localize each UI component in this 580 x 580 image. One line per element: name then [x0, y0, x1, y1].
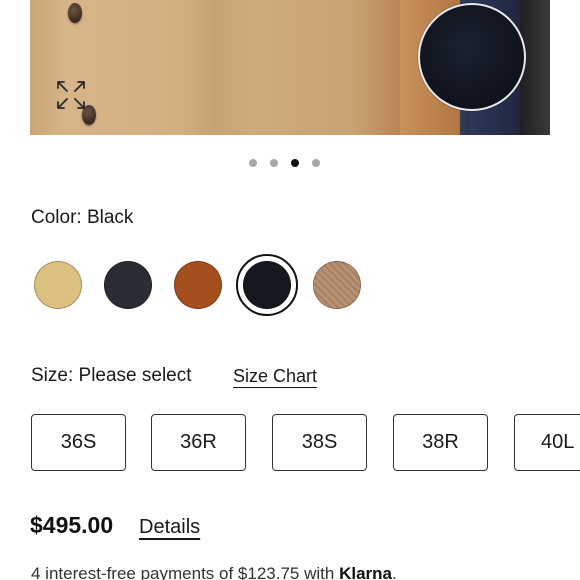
klarna-logo[interactable]: Klarna	[339, 564, 392, 580]
expand-icon[interactable]	[55, 79, 87, 111]
coat-fold	[180, 0, 250, 135]
size-option-36r[interactable]: 36R	[151, 414, 246, 471]
color-swatches	[34, 254, 374, 316]
price: $495.00	[30, 512, 114, 538]
swatch-camel[interactable]	[34, 261, 82, 309]
swatch-tan-herringbone[interactable]	[313, 261, 361, 309]
swatch-black[interactable]	[236, 254, 298, 316]
price-details-link[interactable]: Details	[139, 516, 200, 539]
klarna-suffix: .	[391, 564, 397, 580]
size-option-38r[interactable]: 38R	[393, 414, 488, 471]
swatch-cognac[interactable]	[174, 261, 222, 309]
size-option-36s[interactable]: 36S	[31, 414, 126, 471]
carousel-dot[interactable]	[312, 159, 320, 167]
color-label: Color: Black	[31, 207, 134, 228]
size-option-38s[interactable]: 38S	[272, 414, 367, 471]
carousel-dot[interactable]	[291, 159, 299, 167]
klarna-text: 4 interest-free payments of $123.75 with	[31, 564, 340, 580]
klarna-installments: 4 interest-free payments of $123.75 with…	[31, 564, 397, 580]
size-chart-link[interactable]: Size Chart	[233, 366, 317, 387]
coat-button-detail	[68, 3, 82, 23]
size-option-40l[interactable]: 40L	[514, 414, 580, 471]
carousel-dot[interactable]	[270, 159, 278, 167]
size-label: Size: Please select	[31, 365, 192, 386]
carousel-dot[interactable]	[249, 159, 257, 167]
swatch-charcoal[interactable]	[104, 261, 152, 309]
carousel-dots	[249, 159, 320, 167]
product-image[interactable]	[30, 0, 550, 135]
fabric-swatch-zoom	[418, 3, 526, 111]
product-detail-page: Color: Black Size: Please select Size Ch…	[0, 0, 580, 580]
coat-fold	[30, 0, 70, 135]
